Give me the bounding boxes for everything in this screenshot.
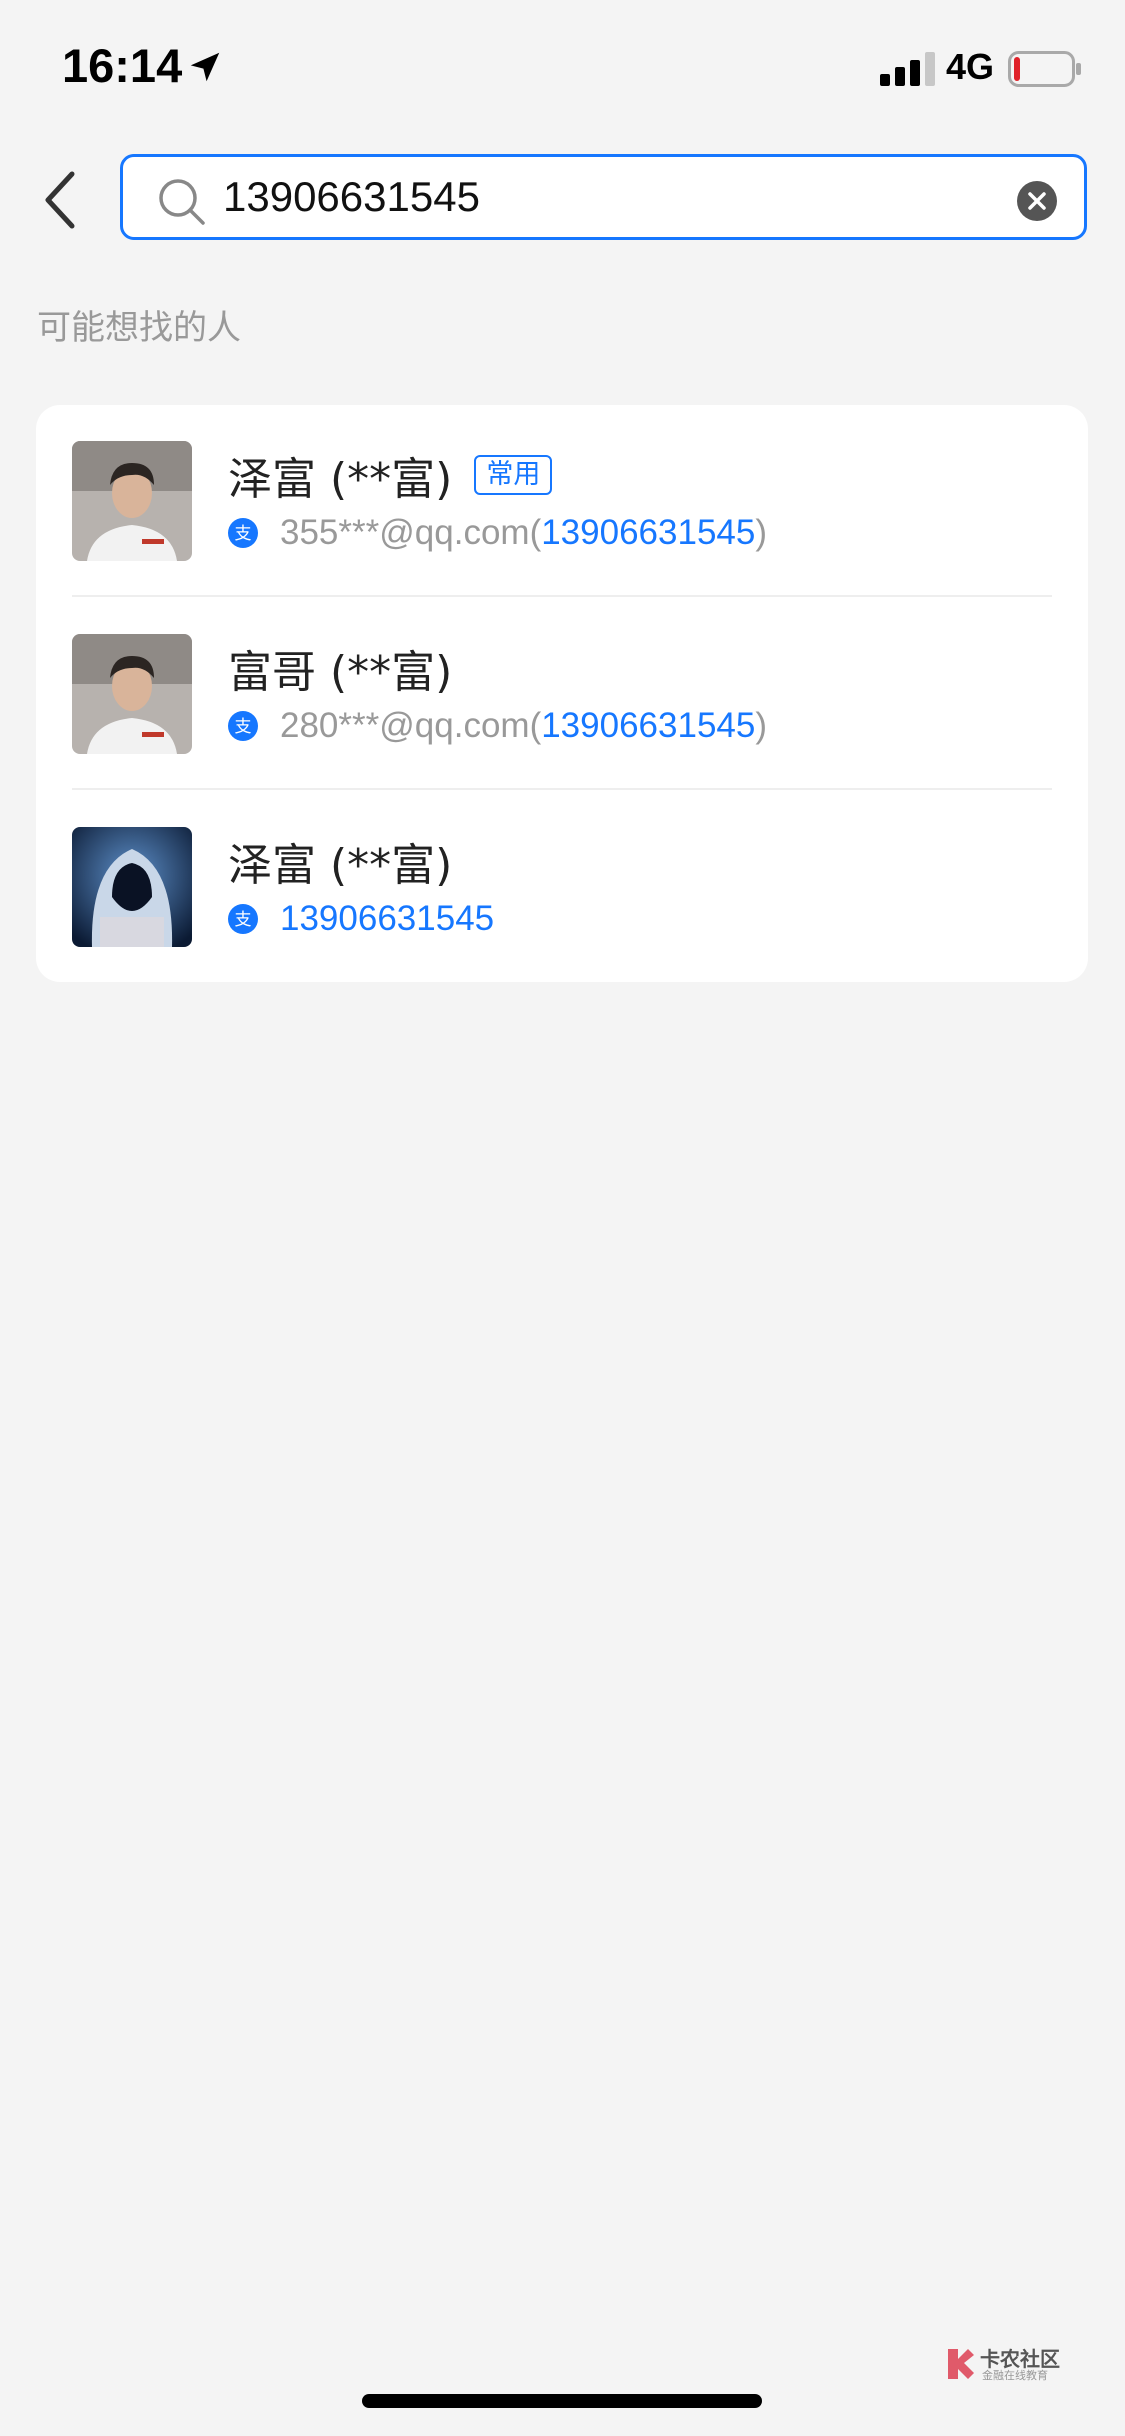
watermark-logo-icon [948,2349,974,2379]
result-row[interactable]: 富哥 (**富) 支 280***@qq.com(13906631545) [36,598,1088,790]
location-arrow-icon [190,52,220,82]
person-photo-icon [72,634,192,754]
svg-text:支: 支 [235,910,252,930]
back-chevron-icon[interactable] [36,164,84,236]
account-masked: 355***@qq.com( [280,513,542,552]
network-type: 4G [946,46,995,87]
divider [72,788,1052,790]
hooded-figure-icon [72,827,192,947]
avatar [72,634,192,754]
divider [72,595,1052,597]
section-title: 可能想找的人 [37,308,241,348]
account-phone: 13906631545 [541,706,756,745]
svg-text:支: 支 [235,524,252,544]
contact-name: 泽富 (**富) [228,454,453,505]
account-phone: 13906631545 [541,513,756,552]
search-row [0,150,1125,250]
battery-icon [1008,51,1081,87]
search-icon [159,179,205,225]
account-masked: 280***@qq.com( [280,706,542,745]
home-indicator[interactable] [362,2394,762,2408]
clear-icon[interactable] [1017,181,1057,221]
account-line: 支 355***@qq.com(13906631545) [228,513,767,553]
contact-name: 富哥 (**富) [228,647,453,698]
account-text: 13906631545 [280,899,494,939]
avatar [72,441,192,561]
account-phone: 13906631545 [280,899,495,938]
status-bar: 16:14 4G [0,0,1125,135]
name-line: 泽富 (**富) [228,829,452,893]
search-input[interactable] [223,167,1003,227]
alipay-icon: 支 [228,711,258,741]
frequent-badge: 常用 [474,455,553,495]
account-line: 支 280***@qq.com(13906631545) [228,706,767,746]
results-card: 泽富 (**富) 常用 支 355***@qq.com(13906631545) [36,405,1088,982]
account-suffix: ) [755,706,767,745]
status-time: 16:14 [62,39,183,92]
alipay-icon: 支 [228,518,258,548]
watermark-subtitle: 金融在线教育 [982,2369,1048,2382]
result-row[interactable]: 泽富 (**富) 常用 支 355***@qq.com(13906631545) [36,405,1088,597]
svg-text:支: 支 [235,717,252,737]
result-row[interactable]: 泽富 (**富) 支 13906631545 [36,791,1088,983]
search-box[interactable] [120,154,1087,240]
alipay-icon: 支 [228,904,258,934]
watermark: 卡农社区 金融在线教育 [944,2343,1066,2385]
avatar [72,827,192,947]
person-photo-icon [72,441,192,561]
name-line: 富哥 (**富) [228,636,452,700]
account-text: 280***@qq.com(13906631545) [280,706,767,746]
account-line: 支 13906631545 [228,899,494,939]
account-suffix: ) [755,513,767,552]
contact-name: 泽富 (**富) [228,840,453,891]
account-text: 355***@qq.com(13906631545) [280,513,767,553]
cellular-signal-icon [880,52,935,86]
name-line: 泽富 (**富) 常用 [228,443,553,507]
